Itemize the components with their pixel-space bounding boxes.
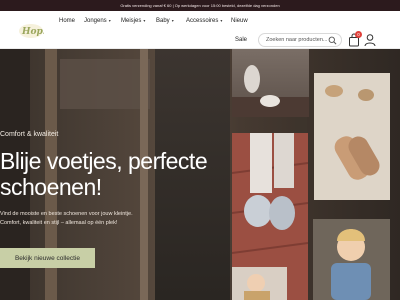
nav-nieuw[interactable]: Nieuw — [231, 18, 248, 24]
nav-accessoires[interactable]: Accessoires ▾ — [186, 18, 222, 24]
account-button[interactable] — [364, 33, 376, 47]
product-photo-sandals — [314, 73, 390, 200]
nav-sale[interactable]: Sale — [235, 37, 247, 43]
product-photo-kid-bottom — [232, 267, 287, 300]
product-photo-child — [313, 219, 390, 300]
search-input[interactable] — [266, 34, 328, 46]
nav-meisjes-label: Meisjes — [121, 18, 142, 24]
chevron-down-icon: ▾ — [171, 18, 174, 23]
nav-jongens[interactable]: Jongens ▾ — [84, 18, 111, 24]
svg-text:Hop!: Hop! — [21, 27, 44, 37]
announcement-text: Gratis verzending vanaf € 60 | Op werkda… — [120, 3, 280, 8]
chevron-down-icon: ▾ — [220, 18, 223, 23]
product-photo-sneakers-top — [232, 49, 309, 117]
nav-baby[interactable]: Baby ▾ — [156, 18, 174, 24]
nav-meisjes[interactable]: Meisjes ▾ — [121, 18, 145, 24]
nav-nieuw-label: Nieuw — [231, 18, 248, 24]
hero-eyebrow: Comfort & kwaliteit — [0, 131, 59, 138]
user-icon — [364, 34, 376, 47]
chevron-down-icon: ▾ — [143, 18, 146, 23]
hero-banner: Comfort & kwaliteit Blije voetjes, perfe… — [0, 49, 400, 300]
nav-home[interactable]: Home — [59, 18, 75, 24]
chevron-down-icon: ▾ — [108, 18, 111, 23]
view-collection-button[interactable]: Bekijk nieuwe collectie — [0, 248, 95, 268]
announcement-bar: Gratis verzending vanaf € 60 | Op werkda… — [0, 0, 400, 11]
cart-count-badge: 0 — [355, 31, 362, 38]
brand-logo[interactable]: Hop! — [18, 22, 44, 40]
search-icon[interactable] — [328, 36, 337, 45]
nav-baby-label: Baby — [156, 18, 170, 24]
search-box — [258, 33, 342, 47]
hero-subtitle: Vind de mooiste en beste schoenen voor j… — [0, 211, 133, 226]
site-header: Hop! Home Jongens▾ Meisjes▾ Baby▾ Access… — [0, 11, 400, 49]
hero-title: Blije voetjes, perfecte schoenen! — [0, 148, 208, 200]
background-window — [60, 59, 150, 109]
nav-sale-label: Sale — [235, 37, 248, 43]
nav-home-label: Home — [59, 18, 76, 24]
nav-jongens-label: Jongens — [84, 18, 107, 24]
nav-accessoires-label: Accessoires — [186, 18, 219, 24]
